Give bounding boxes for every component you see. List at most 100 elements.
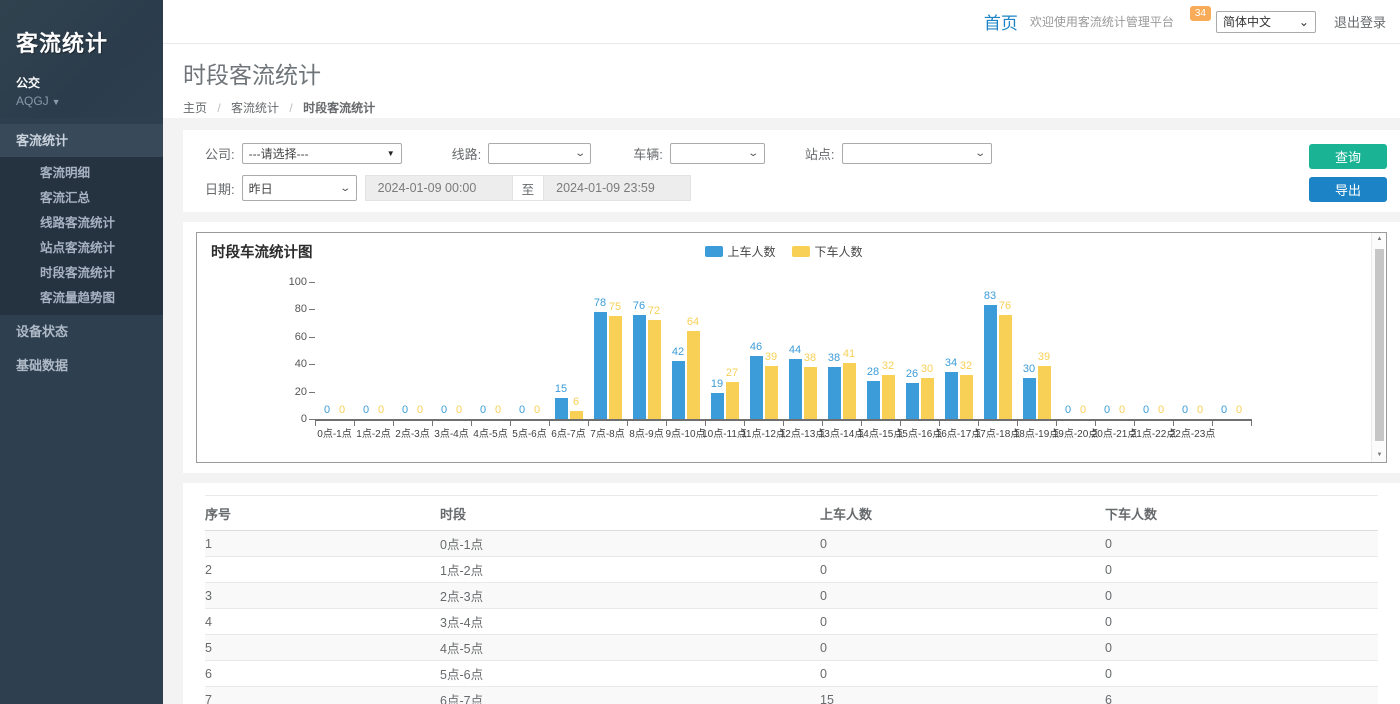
bar [726, 382, 739, 419]
bar [999, 315, 1012, 419]
home-link[interactable]: 首页 [984, 9, 1018, 34]
table-cell: 0 [820, 661, 1105, 687]
top-header: 首页 欢迎使用客流统计管理平台 34 简体中文 ⌄ 退出登录 [163, 0, 1400, 44]
table-cell: 0点-1点 [440, 531, 820, 557]
bar [765, 366, 778, 419]
sidebar-item[interactable]: 客流统计 [0, 124, 163, 157]
table-cell: 5 [205, 635, 440, 661]
table-cell: 5点-6点 [440, 661, 820, 687]
date-start-input[interactable] [365, 175, 513, 201]
line-label: 线路: [452, 144, 482, 163]
bar [594, 312, 607, 419]
sidebar-subitem[interactable]: 站点客流统计 [0, 236, 163, 261]
bar [711, 393, 724, 419]
breadcrumb-home[interactable]: 主页 [183, 101, 207, 115]
table-cell: 0 [1105, 531, 1378, 557]
bar-value-label: 41 [834, 348, 864, 360]
breadcrumb-section[interactable]: 客流统计 [231, 101, 279, 115]
bar [633, 315, 646, 419]
table-cell: 4点-5点 [440, 635, 820, 661]
x-axis-tick [627, 421, 628, 426]
bar [882, 375, 895, 419]
bar-value-label: 15 [546, 383, 576, 395]
x-axis-label: 3点-4点 [434, 425, 468, 440]
org-code-dropdown[interactable]: AQGJ▼ [16, 94, 147, 108]
sidebar-subitem[interactable]: 时段客流统计 [0, 261, 163, 286]
table-cell: 0 [1105, 557, 1378, 583]
bar [804, 367, 817, 419]
y-axis-label: 0 [277, 413, 307, 425]
bar-value-label: 27 [717, 367, 747, 379]
table-cell: 4 [205, 609, 440, 635]
table-header-row: 序号 时段 上车人数 下车人数 [205, 496, 1378, 531]
bar-value-label: 0 [1224, 404, 1254, 416]
sidebar-item[interactable]: 基础数据 [0, 349, 163, 383]
query-button[interactable]: 查询 [1309, 144, 1387, 169]
col-header-period: 时段 [440, 496, 820, 531]
x-axis-label: 0点-1点 [317, 425, 351, 440]
table-row: 76点-7点156 [205, 687, 1378, 704]
bar [906, 383, 919, 419]
bar [984, 305, 997, 419]
table-row: 54点-5点00 [205, 635, 1378, 661]
bar [921, 378, 934, 419]
sidebar-item[interactable]: 设备状态 [0, 315, 163, 349]
chevron-down-icon: ⌄ [974, 148, 986, 159]
export-button[interactable]: 导出 [1309, 177, 1387, 202]
x-axis-tick [471, 421, 472, 426]
sidebar-subitem[interactable]: 客流量趋势图 [0, 286, 163, 311]
table-cell: 0 [820, 557, 1105, 583]
bar [1023, 378, 1036, 419]
scroll-down-icon[interactable]: ▼ [1372, 449, 1387, 462]
org-name: 公交 [16, 74, 147, 91]
language-value: 简体中文 [1223, 13, 1271, 30]
table-cell: 6点-7点 [440, 687, 820, 704]
table-cell: 2 [205, 557, 440, 583]
legend-swatch-icon [704, 246, 722, 257]
station-label: 站点: [805, 144, 835, 163]
scrollbar-thumb[interactable] [1375, 249, 1384, 441]
org-code-label: AQGJ [16, 94, 49, 108]
line-select[interactable]: ⌄ [488, 143, 591, 164]
col-header-index: 序号 [205, 496, 440, 531]
sidebar-subitem[interactable]: 客流明细 [0, 161, 163, 186]
bar-value-label: 32 [951, 360, 981, 372]
chart-box: 时段车流统计图 上车人数下车人数 0204060801000点-1点001点-2… [196, 232, 1387, 463]
y-axis-label: 40 [277, 358, 307, 370]
table-cell: 1点-2点 [440, 557, 820, 583]
y-axis-tick [309, 392, 315, 393]
table-cell: 0 [1105, 609, 1378, 635]
table-cell: 0 [1105, 583, 1378, 609]
filter-panel: 公司: ---请选择--- ▼ 线路: ⌄ 车辆: ⌄ 站点: [183, 130, 1400, 212]
page-title: 时段客流统计 [183, 56, 1400, 90]
company-select[interactable]: ---请选择--- ▼ [242, 143, 402, 164]
date-label: 日期: [205, 179, 235, 198]
legend-label: 上车人数 [727, 243, 775, 260]
legend-item[interactable]: 下车人数 [792, 243, 863, 260]
language-select[interactable]: 简体中文 ⌄ [1216, 11, 1316, 33]
bar-value-label: 64 [678, 316, 708, 328]
sidebar-subitem[interactable]: 客流汇总 [0, 186, 163, 211]
table-cell: 0 [820, 531, 1105, 557]
content-area: 公司: ---请选择--- ▼ 线路: ⌄ 车辆: ⌄ 站点: [163, 118, 1400, 704]
table-row: 65点-6点00 [205, 661, 1378, 687]
scroll-up-icon[interactable]: ▲ [1372, 233, 1387, 246]
table-cell: 7 [205, 687, 440, 704]
legend-item[interactable]: 上车人数 [704, 243, 775, 260]
table-cell: 6 [205, 661, 440, 687]
bar [828, 367, 841, 419]
brand-block: 客流统计 公交 AQGJ▼ [0, 0, 163, 118]
logout-link[interactable]: 退出登录 [1334, 12, 1386, 31]
caret-down-icon: ▼ [52, 97, 61, 107]
bar-value-label: 6 [561, 396, 591, 408]
date-end-input[interactable] [543, 175, 691, 201]
y-axis-label: 100 [277, 276, 307, 288]
legend-label: 下车人数 [815, 243, 863, 260]
station-select[interactable]: ⌄ [842, 143, 992, 164]
sidebar-subitem[interactable]: 线路客流统计 [0, 211, 163, 236]
chart-vertical-scrollbar[interactable]: ▲ ▼ [1371, 233, 1386, 462]
page-head: 时段客流统计 主页 / 客流统计 / 时段客流统计 [163, 44, 1400, 118]
date-preset-select[interactable]: 昨日 ⌄ [242, 175, 357, 201]
vehicle-select[interactable]: ⌄ [670, 143, 765, 164]
breadcrumb-current: 时段客流统计 [303, 101, 375, 115]
